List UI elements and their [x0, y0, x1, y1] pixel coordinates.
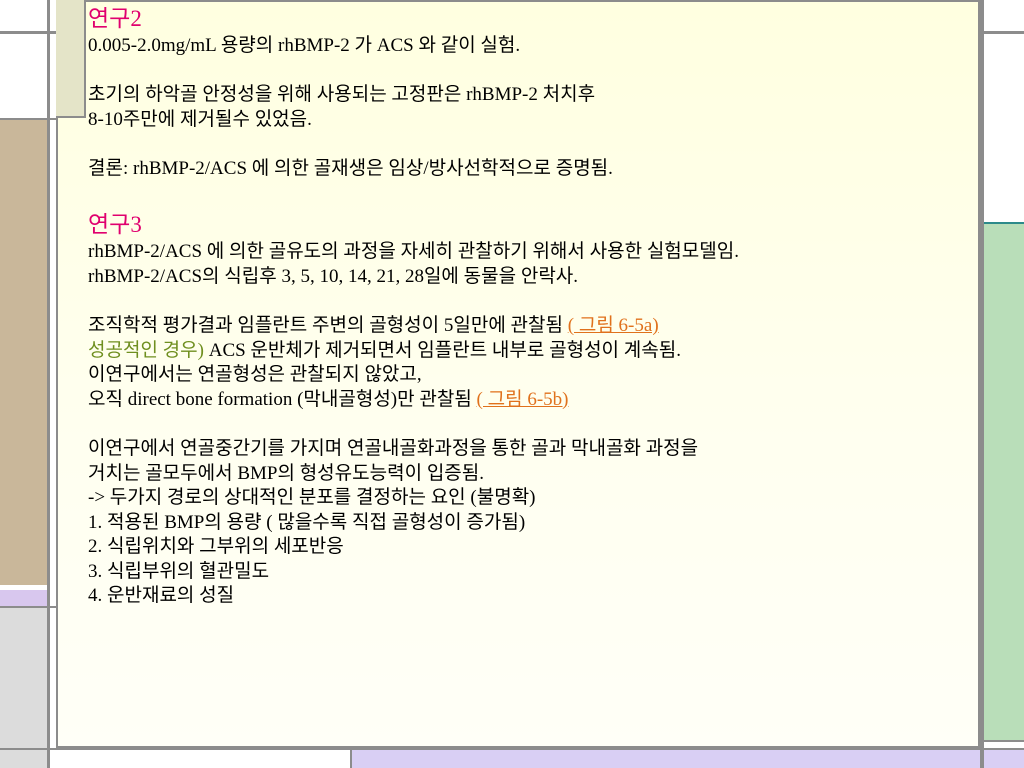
success-text: ACS 운반체가 제거되면서 임플란트 내부로 골형성이 계속됨. — [203, 339, 681, 361]
frame-line-h5 — [980, 31, 1024, 34]
frame-block-top-left — [0, 0, 50, 30]
frame-line-h6 — [980, 740, 1024, 742]
frame-block-left-lavender — [0, 590, 47, 606]
figure-6-5a-link[interactable]: ( 그림 6-5a) — [568, 315, 659, 336]
arrow-line: -> 두가지 경로의 상대적인 분포를 결정하는 요인 (불명확) — [88, 487, 536, 509]
study3-line: 이연구에서는 연골형성은 관찰되지 않았고, — [88, 364, 422, 386]
frame-accent-box — [56, 0, 86, 118]
study3-heading: 연구3 — [88, 212, 142, 238]
frame-block-right-green — [984, 222, 1024, 742]
study2-conclusion: 결론: rhBMP-2/ACS 에 의한 골재생은 임상/방사선학적으로 증명됨… — [88, 157, 613, 179]
study3-line: rhBMP-2/ACS 에 의한 골유도의 과정을 자세히 관찰하기 위해서 사… — [88, 241, 739, 263]
frame-block-bottom-lavender — [350, 750, 1024, 768]
frame-line-v5 — [350, 748, 352, 768]
success-line: 성공적인 경우) ACS 운반체가 제거되면서 임플란트 내부로 골형성이 계속… — [88, 339, 968, 364]
direct-bone-line: 오직 direct bone formation (막내골형성)만 관찰됨 ( … — [88, 388, 968, 413]
study2-heading: 연구2 — [88, 6, 142, 31]
frame-block-left-tan — [0, 120, 47, 585]
study2-line: 초기의 하악골 안정성을 위해 사용되는 고정판은 rhBMP-2 처치후 — [88, 84, 596, 106]
frame-line-v2 — [980, 0, 984, 768]
conclusion-line: 거치는 골모두에서 BMP의 형성유도능력이 입증됨. — [88, 462, 485, 484]
frame-line-v1 — [47, 0, 50, 768]
factor-item: 2. 식립위치와 그부위의 세포반응 — [88, 536, 344, 558]
conclusion-line: 이연구에서 연골중간기를 가지며 연골내골화과정을 통한 골과 막내골화 과정을 — [88, 437, 699, 459]
factor-item: 1. 적용된 BMP의 용량 ( 많을수록 직접 골형성이 증가됨) — [88, 511, 526, 533]
success-label: 성공적인 경우) — [88, 339, 204, 361]
slide-content: 연구2 0.005-2.0mg/mL 용량의 rhBMP-2 가 ACS 와 같… — [88, 4, 968, 609]
histology-text: 조직학적 평가결과 임플란트 주변의 골형성이 5일만에 관찰됨 — [88, 314, 568, 336]
figure-6-5b-link[interactable]: ( 그림 6-5b) — [477, 389, 569, 410]
factor-item: 3. 식립부위의 혈관밀도 — [88, 560, 270, 582]
frame-block-left-bottom-grey — [0, 608, 47, 768]
study2-line: 0.005-2.0mg/mL 용량의 rhBMP-2 가 ACS 와 같이 실험… — [88, 35, 521, 56]
direct-bone-text: 오직 direct bone formation (막내골형성)만 관찰됨 — [88, 388, 477, 410]
histology-line: 조직학적 평가결과 임플란트 주변의 골형성이 5일만에 관찰됨 ( 그림 6-… — [88, 314, 968, 339]
study2-line: 8-10주만에 제거될수 있었음. — [88, 108, 312, 130]
factor-item: 4. 운반재료의 성질 — [88, 585, 235, 607]
frame-line-h4 — [0, 748, 1024, 750]
study3-line: rhBMP-2/ACS의 식립후 3, 5, 10, 14, 21, 28일에 … — [88, 265, 579, 287]
